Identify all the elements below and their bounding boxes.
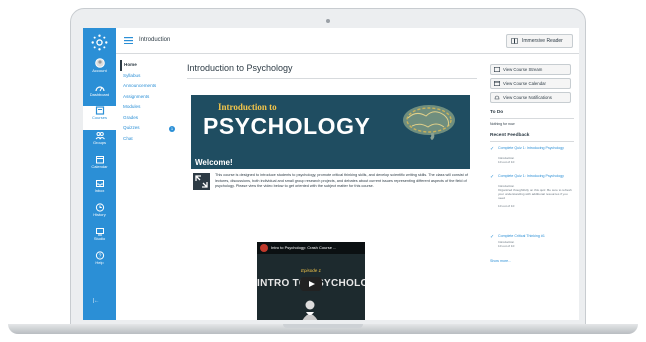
page-title: Introduction to Psychology [187, 63, 293, 73]
nav-label: Groups [92, 140, 107, 145]
groups-icon [95, 132, 105, 140]
feedback-item[interactable]: ✓ Complete Quiz 1: Introducing Psycholog… [490, 174, 574, 220]
history-icon [95, 203, 104, 212]
course-nav-grades[interactable]: Grades [120, 113, 180, 124]
course-nav-home[interactable]: Home [120, 60, 180, 71]
title-divider [187, 78, 477, 79]
welcome-heading: Welcome! [191, 156, 470, 169]
button-label: View Course Notifications [503, 95, 552, 100]
nav-label: Studio [93, 236, 106, 241]
course-nav-assignments[interactable]: Assignments [120, 92, 180, 103]
show-more-link[interactable]: Show more... [490, 259, 511, 263]
courses-icon [95, 106, 104, 115]
nav-label: Calendar [91, 164, 108, 169]
feedback-note: Organized thoughtfully on this quiz. Be … [498, 188, 572, 200]
banner-line1: Introduction to [218, 102, 277, 112]
feedback-score: 10 out of 10 [498, 160, 515, 164]
nav-studio[interactable]: Studio [83, 227, 116, 251]
feedback-item[interactable]: ✓ Complete Quiz 1: Introducing Psycholog… [490, 146, 574, 176]
check-icon: ✓ [490, 234, 495, 240]
nav-account[interactable]: Account [83, 58, 116, 82]
dashboard-icon [94, 86, 105, 92]
nav-calendar[interactable]: Calendar [83, 155, 116, 179]
banner-line2: PSYCHOLOGY [203, 113, 371, 139]
grades-badge: 1 [169, 126, 175, 132]
check-icon: ✓ [490, 174, 495, 180]
nav-groups[interactable]: Groups [83, 131, 116, 155]
breadcrumb[interactable]: Introduction [139, 37, 170, 43]
global-nav: Account Dashboard Courses Groups Calenda… [83, 28, 116, 320]
view-course-calendar-button[interactable]: View Course Calendar [490, 78, 571, 89]
help-icon: ? [95, 251, 104, 260]
nav-label: History [93, 212, 106, 217]
nav-label: Dashboard [89, 92, 110, 97]
nav-label: Courses [92, 115, 107, 120]
bell-icon [494, 95, 500, 100]
video-episode: Episode 1 [300, 268, 321, 273]
figure-illustration [302, 300, 318, 320]
course-nav-modules[interactable]: Modules [120, 102, 180, 113]
channel-logo-icon [260, 244, 268, 252]
button-label: View Course Stream [503, 67, 543, 72]
stream-icon [494, 67, 500, 72]
nav-label: Inbox [94, 188, 105, 193]
nav-label: Help [95, 260, 104, 265]
play-icon[interactable] [300, 277, 322, 291]
feedback-title[interactable]: Complete Critical Thinking #1 [498, 234, 572, 239]
course-nav-announcements[interactable]: Announcements [120, 81, 180, 92]
nav-inbox[interactable]: Inbox [83, 179, 116, 203]
divider [490, 141, 574, 142]
course-nav-chat[interactable]: Chat [120, 134, 180, 145]
course-description: This course is designed to introduce stu… [215, 173, 468, 189]
hamburger-icon[interactable] [124, 37, 133, 44]
view-course-notifications-button[interactable]: View Course Notifications [490, 92, 571, 103]
laptop-notch [283, 324, 363, 328]
webcam [326, 19, 330, 23]
nav-history[interactable]: History [83, 203, 116, 227]
svg-text:?: ? [98, 254, 101, 260]
video-title[interactable]: Intro to Psychology: Crash Course ... [271, 245, 336, 250]
divider [490, 118, 574, 119]
view-course-stream-button[interactable]: View Course Stream [490, 64, 571, 75]
stage: Account Dashboard Courses Groups Calenda… [0, 0, 646, 342]
feedback-title[interactable]: Complete Quiz 1: Introducing Psychology [498, 174, 572, 179]
check-icon: ✓ [490, 146, 495, 152]
calendar-icon [95, 156, 104, 164]
inbox-icon [95, 180, 104, 187]
feedback-score: 10 out of 10 [498, 244, 515, 248]
feedback-heading: Recent Feedback [490, 133, 530, 138]
feedback-title[interactable]: Complete Quiz 1: Introducing Psychology [498, 146, 572, 151]
feedback-item[interactable]: ✓ Complete Critical Thinking #1 Introduc… [490, 234, 574, 258]
course-nav-syllabus[interactable]: Syllabus [120, 71, 180, 82]
todo-heading: To Do [490, 110, 504, 115]
feedback-score: 10 out of 10 [498, 204, 515, 208]
account-icon [94, 58, 105, 68]
video-topbar: Intro to Psychology: Crash Course ... [257, 242, 365, 254]
video-player[interactable]: Intro to Psychology: Crash Course ... Ep… [257, 242, 365, 320]
todo-empty: Nothing for now [490, 122, 515, 126]
course-banner: Introduction to PSYCHOLOGY [191, 95, 470, 156]
brain-illustration [403, 105, 455, 140]
collapse-nav-icon[interactable]: |← [93, 298, 99, 304]
button-label: View Course Calendar [503, 81, 546, 86]
immersive-reader-button[interactable]: Immersive Reader [506, 34, 573, 48]
book-icon [511, 38, 518, 44]
screen: Account Dashboard Courses Groups Calenda… [83, 28, 579, 320]
immersive-reader-label: Immersive Reader [522, 38, 563, 44]
nav-courses[interactable]: Courses [83, 106, 116, 130]
canvas-logo-icon[interactable] [91, 34, 108, 51]
nav-help[interactable]: ? Help [83, 251, 116, 275]
nav-dashboard[interactable]: Dashboard [83, 83, 116, 107]
studio-icon [95, 228, 104, 236]
expand-arrows-icon [193, 173, 210, 190]
nav-label: Account [92, 68, 107, 73]
course-header: Introduction Immersive Reader [116, 28, 579, 54]
calendar-icon [494, 81, 500, 86]
